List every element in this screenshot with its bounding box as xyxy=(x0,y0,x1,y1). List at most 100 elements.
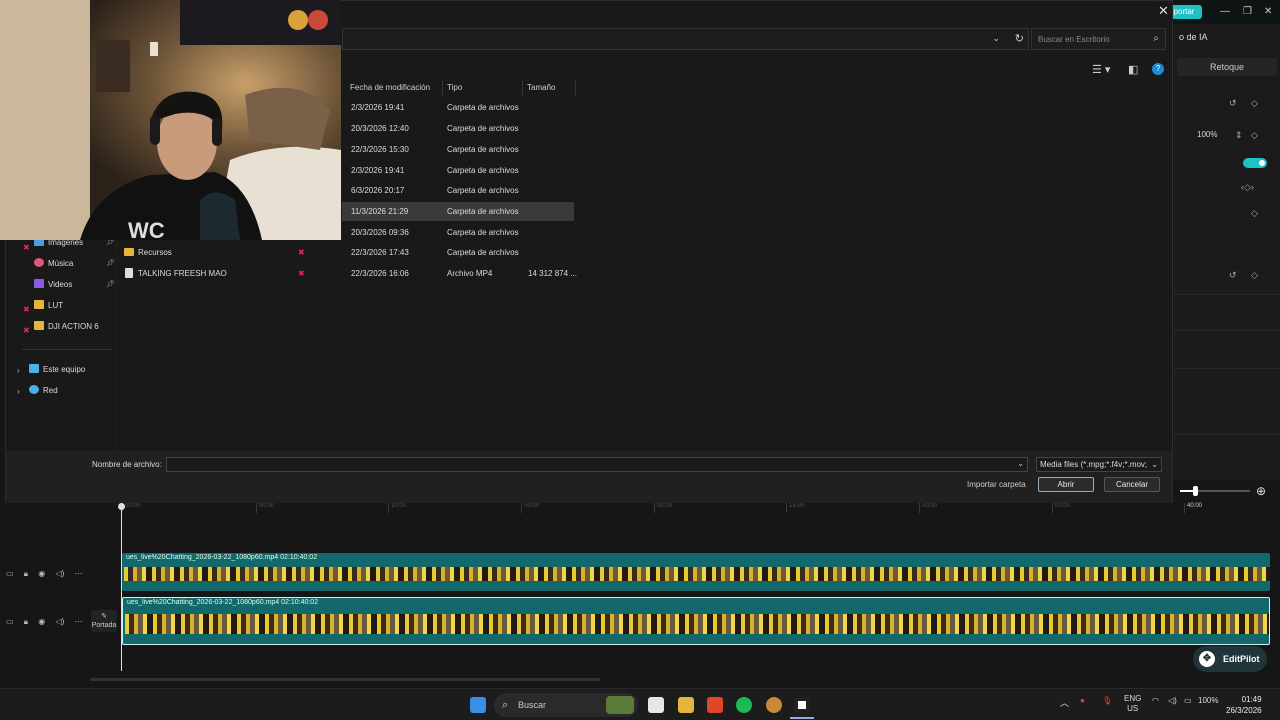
nav-item-dji-action-6[interactable]: DJI ACTION 6 xyxy=(34,319,99,335)
capcut-icon[interactable] xyxy=(794,697,810,713)
lock-icon[interactable]: 🔒︎ xyxy=(24,617,28,626)
ruler-tick: 00:00 xyxy=(1052,503,1070,513)
video-clip[interactable]: ues_live%20Chatting_2026-03-22_1080p60.m… xyxy=(122,553,1270,591)
pin-icon[interactable]: 📌︎ xyxy=(106,259,115,267)
spotify-icon[interactable] xyxy=(736,697,752,713)
chevron-up-icon[interactable]: ︿ xyxy=(1060,696,1069,709)
help-icon[interactable]: ? xyxy=(1152,63,1164,75)
chevron-down-icon[interactable]: ⌄ xyxy=(1151,458,1158,471)
minimize-icon[interactable]: — xyxy=(1220,6,1230,17)
keyframe-icon[interactable]: ◇ xyxy=(1251,270,1258,281)
dialog-close-icon[interactable]: ✕ xyxy=(1158,3,1169,19)
language-indicator[interactable]: ENG US xyxy=(1124,694,1141,714)
cover-button[interactable]: ✎ Portada xyxy=(91,610,117,632)
file-row[interactable]: Recursos ✖ 22/3/2026 17:43 Carpeta de ar… xyxy=(124,243,574,262)
more-icon[interactable]: ⋯ xyxy=(75,617,83,626)
microphone-icon[interactable]: 🎙︎ xyxy=(1102,696,1112,705)
tab-retoque[interactable]: Retoque xyxy=(1177,58,1277,76)
eye-icon[interactable]: ◉ xyxy=(38,617,45,626)
taskbar-clock[interactable]: 01:49 26/3/2026 xyxy=(1226,694,1262,716)
nav-label: DJI ACTION 6 xyxy=(48,322,99,331)
playhead[interactable] xyxy=(118,503,125,671)
file-row[interactable]: 20/3/2026 09:36 Carpeta de archivos xyxy=(346,223,574,242)
search-label: Buscar xyxy=(518,700,547,710)
refresh-icon[interactable]: ↻ xyxy=(1015,32,1024,45)
reset-icon[interactable]: ↺ xyxy=(1229,270,1237,281)
brave-browser-icon[interactable] xyxy=(707,697,723,713)
scale-value[interactable]: 100% xyxy=(1197,130,1217,139)
maximize-icon[interactable]: ❐ xyxy=(1243,6,1252,17)
column-header-date[interactable]: Fecha de modificación xyxy=(346,79,443,97)
search-icon: ⌕ xyxy=(1153,33,1159,44)
arrow-icon[interactable]: ‹◇› xyxy=(1241,182,1254,193)
close-window-icon[interactable]: ✕ xyxy=(1264,6,1272,17)
taskbar-search[interactable]: ⌕ Buscar xyxy=(494,693,638,717)
tray-app-icon[interactable]: ● xyxy=(1080,696,1085,705)
file-row[interactable]: 6/3/2026 20:17 Carpeta de archivos xyxy=(346,181,574,200)
timeline-scrollbar[interactable] xyxy=(90,678,600,681)
column-header-size[interactable]: Tamaño xyxy=(523,79,576,97)
battery-icon[interactable]: ▭ xyxy=(1184,696,1192,705)
file-row[interactable]: 2/3/2026 19:41 Carpeta de archivos xyxy=(346,98,574,117)
volume-icon[interactable]: ◁) xyxy=(1168,696,1177,705)
divider xyxy=(1175,434,1280,435)
start-icon[interactable] xyxy=(470,697,486,713)
track-toggle-icon[interactable]: ▭ xyxy=(6,569,14,578)
lock-icon[interactable]: 🔒︎ xyxy=(24,569,28,578)
address-bar[interactable]: ⌄ ↻ xyxy=(342,28,1029,50)
column-header-type[interactable]: Tipo xyxy=(443,79,523,97)
file-row[interactable]: 2/3/2026 19:41 Carpeta de archivos xyxy=(346,161,574,180)
ai-tab-label[interactable]: o de IA xyxy=(1179,32,1208,42)
timeline-ruler[interactable]: 00:00 00:00 10:00 00:00 00:00 15:00 00:0… xyxy=(120,503,1280,515)
store-icon[interactable] xyxy=(648,697,664,713)
webcam-feed: WC xyxy=(0,0,341,240)
preview-pane-icon[interactable]: ◧ xyxy=(1128,63,1138,76)
file-date: 2/3/2026 19:41 xyxy=(351,166,405,175)
speaker-icon[interactable]: ◁) xyxy=(56,617,65,626)
nav-item-lut[interactable]: LUT xyxy=(34,298,63,314)
wifi-icon[interactable]: ◠ xyxy=(1152,696,1159,705)
file-explorer-icon[interactable] xyxy=(678,697,694,713)
editpilot-button[interactable]: ✥ EditPilot xyxy=(1193,646,1267,672)
speaker-icon[interactable]: ◁) xyxy=(56,569,65,578)
chevron-right-icon[interactable]: › xyxy=(17,387,20,396)
video-clip-selected[interactable]: ues_live%20Chatting_2026-03-22_1080p60.m… xyxy=(122,597,1270,645)
nav-item-red[interactable]: Red xyxy=(29,383,58,399)
nav-item-este-equipo[interactable]: Este equipo xyxy=(29,362,85,378)
app-icon[interactable] xyxy=(766,697,782,713)
nav-label: Videos xyxy=(48,280,73,289)
chevron-down-icon[interactable]: ⌄ xyxy=(992,33,1000,44)
slider-handle[interactable] xyxy=(1193,486,1198,496)
reset-icon[interactable]: ↺ xyxy=(1229,98,1237,109)
nav-item-musica[interactable]: Música xyxy=(34,256,73,272)
keyframe-icon[interactable]: ◇ xyxy=(1251,130,1258,141)
view-options-icon[interactable]: ☰ ▾ xyxy=(1092,63,1110,76)
file-type: Archivo MP4 xyxy=(447,269,493,278)
keyframe-icon[interactable]: ◇ xyxy=(1251,98,1258,109)
keyframe-icon[interactable]: ◇ xyxy=(1251,208,1258,219)
search-input[interactable]: Buscar en Escritorio xyxy=(1038,35,1110,44)
eye-icon[interactable]: ◉ xyxy=(38,569,45,578)
filename-field[interactable]: ⌄ xyxy=(166,457,1028,472)
folder-icon xyxy=(124,248,134,256)
file-date: 22/3/2026 17:43 xyxy=(351,248,409,257)
zoom-in-icon[interactable]: ⊕ xyxy=(1256,484,1266,498)
file-row[interactable]: 20/3/2026 12:40 Carpeta de archivos xyxy=(346,119,574,138)
file-row-selected[interactable]: 11/3/2026 21:29 Carpeta de archivos xyxy=(342,202,574,221)
file-type-select[interactable]: Media files (*.mpg;*.f4v;*.mov; ⌄ xyxy=(1036,457,1162,472)
timeline-zoom-slider[interactable] xyxy=(1180,486,1250,496)
file-row[interactable]: 22/3/2026 15:30 Carpeta de archivos xyxy=(346,140,574,159)
open-button[interactable]: Abrir xyxy=(1038,477,1094,492)
chevron-right-icon[interactable]: › xyxy=(17,366,20,375)
pin-icon[interactable]: 📌︎ xyxy=(106,280,115,288)
cancel-button[interactable]: Cancelar xyxy=(1104,477,1160,492)
file-row[interactable]: TALKING FREESH MAO ✖ 22/3/2026 16:06 Arc… xyxy=(124,264,584,283)
track-toggle-icon[interactable]: ▭ xyxy=(6,617,14,626)
stepper-icon[interactable]: ⇕ xyxy=(1235,130,1243,141)
nav-item-videos[interactable]: Videos xyxy=(34,277,72,293)
more-icon[interactable]: ⋯ xyxy=(75,569,83,578)
search-box[interactable]: Buscar en Escritorio ⌕ xyxy=(1031,28,1166,50)
chevron-down-icon[interactable]: ⌄ xyxy=(1017,459,1024,468)
import-folder-button[interactable]: Importar carpeta xyxy=(967,480,1026,489)
feature-toggle[interactable] xyxy=(1243,158,1267,168)
